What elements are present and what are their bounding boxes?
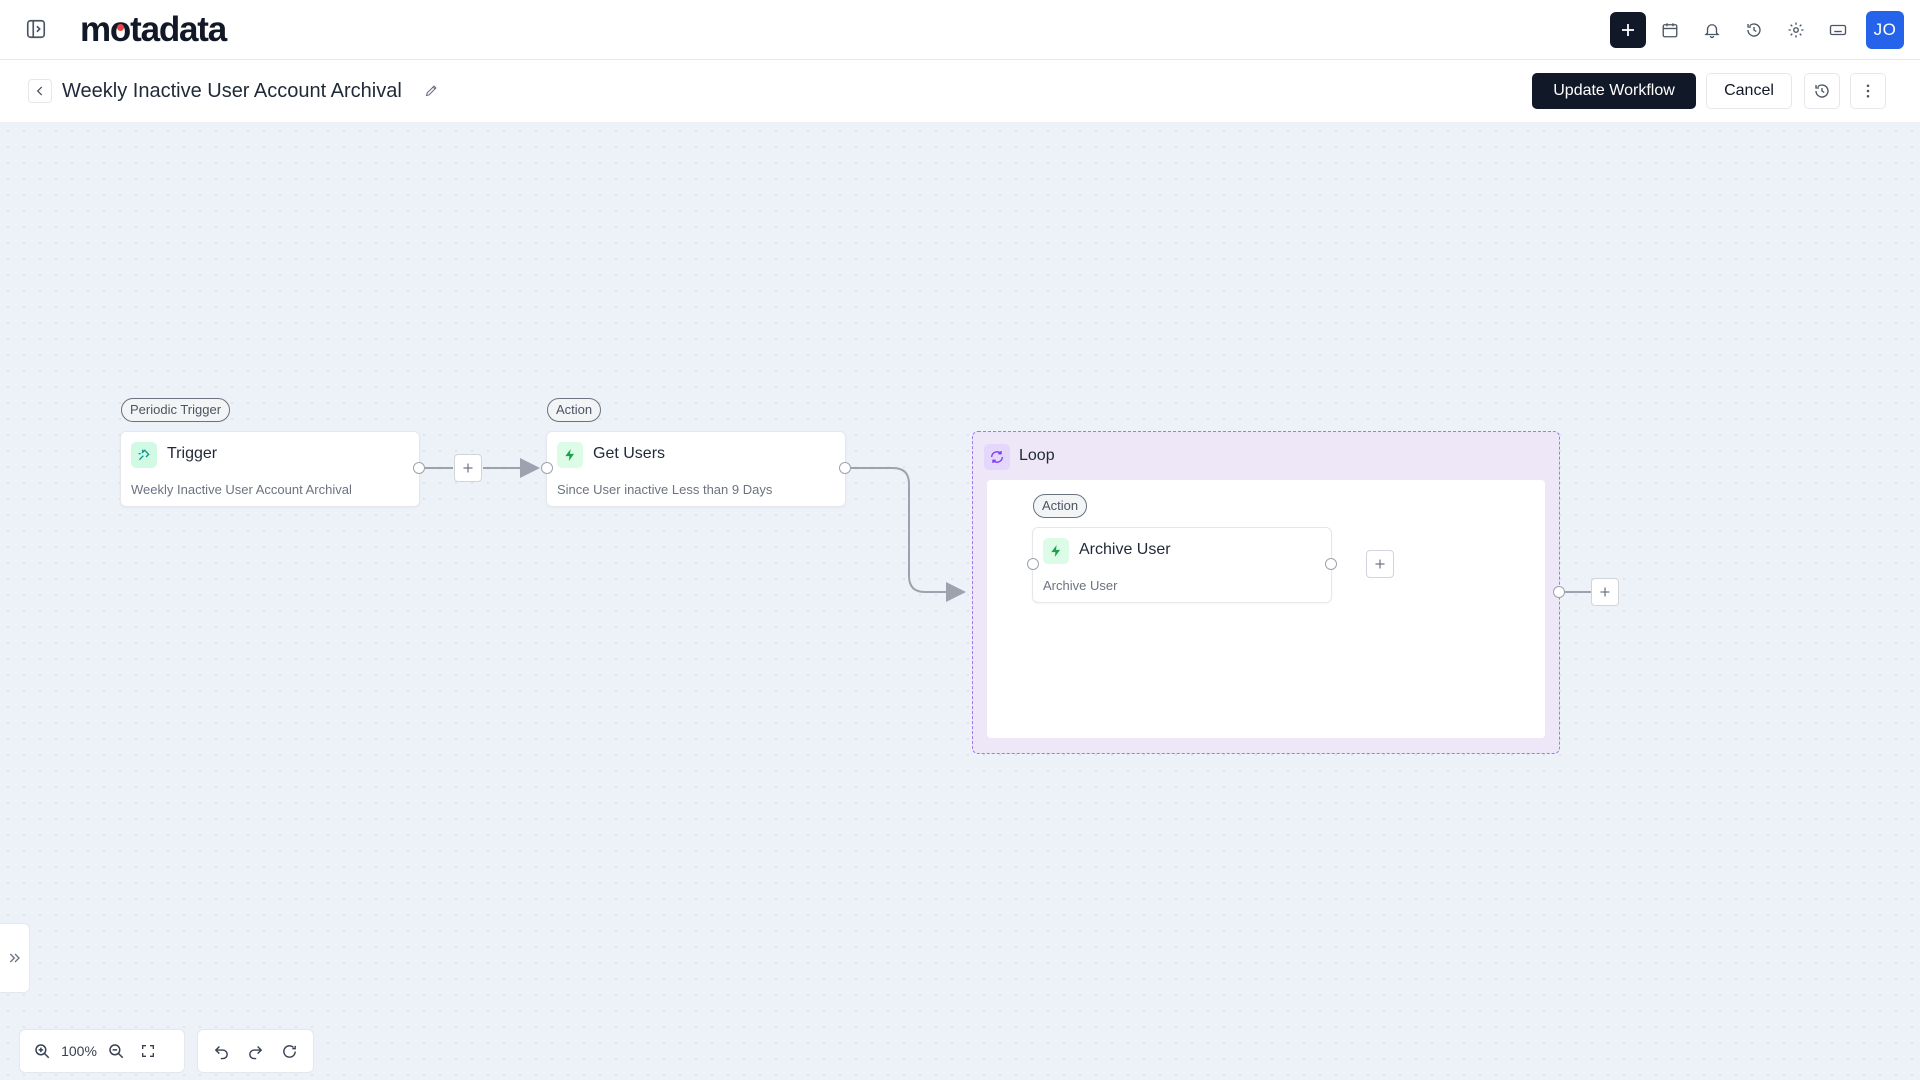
top-app-bar: motadata JO: [0, 0, 1920, 60]
plus-icon: [1375, 559, 1385, 569]
settings-button[interactable]: [1778, 12, 1814, 48]
plus-icon: [463, 463, 473, 473]
edit-title-button[interactable]: [422, 81, 440, 99]
redo-button[interactable]: [240, 1035, 271, 1067]
activity-history-button[interactable]: [1736, 12, 1772, 48]
add-step-button[interactable]: [1591, 578, 1619, 606]
trigger-icon: [131, 442, 157, 468]
more-vertical-icon: [1866, 84, 1870, 98]
more-options-button[interactable]: [1850, 73, 1886, 109]
keyboard-shortcuts-button[interactable]: [1820, 12, 1856, 48]
node-type-tag: Action: [547, 398, 602, 422]
version-history-button[interactable]: [1804, 73, 1840, 109]
get-users-node[interactable]: Get Users Since User inactive Less than …: [546, 431, 846, 507]
plus-icon: [1600, 587, 1610, 597]
zoom-out-icon: [109, 1044, 124, 1059]
zoom-controls: 100%: [19, 1029, 185, 1073]
node-description: Archive User: [1043, 578, 1118, 593]
workflow-canvas[interactable]: Periodic Trigger Trigger Weekly Inactive…: [0, 123, 1920, 1080]
add-button[interactable]: [1610, 12, 1646, 48]
redo-icon: [249, 1045, 263, 1059]
zoom-in-button[interactable]: [26, 1035, 58, 1067]
calendar-button[interactable]: [1652, 12, 1688, 48]
output-port[interactable]: [413, 462, 425, 474]
refresh-button[interactable]: [274, 1035, 305, 1067]
undo-button[interactable]: [206, 1035, 237, 1067]
bell-icon: [1704, 24, 1720, 39]
node-description: Since User inactive Less than 9 Days: [557, 482, 773, 497]
refresh-icon: [283, 1044, 296, 1058]
add-step-button[interactable]: [454, 454, 482, 482]
pencil-icon: [425, 84, 437, 96]
cancel-button[interactable]: Cancel: [1706, 73, 1792, 109]
undo-icon: [214, 1045, 228, 1059]
input-port[interactable]: [1027, 558, 1039, 570]
archive-user-node[interactable]: Archive User Archive User: [1032, 527, 1332, 603]
zoom-out-button[interactable]: [100, 1035, 132, 1067]
loop-icon: [984, 444, 1010, 470]
node-title: Get Users: [593, 445, 666, 462]
plus-icon: [1622, 24, 1634, 36]
zoom-in-icon: [35, 1044, 50, 1059]
lightning-icon: [557, 442, 583, 468]
output-port[interactable]: [1325, 558, 1337, 570]
calendar-icon: [1662, 23, 1678, 38]
user-avatar[interactable]: JO: [1866, 11, 1904, 49]
app-logo: motadata: [80, 10, 227, 49]
loop-body: [987, 480, 1545, 738]
node-type-tag: Periodic Trigger: [121, 398, 231, 422]
fit-view-icon: [142, 1045, 154, 1057]
history-controls: [197, 1029, 314, 1073]
edge-get-users-to-loop: [851, 467, 966, 602]
top-actions: JO: [1610, 11, 1904, 49]
output-port[interactable]: [839, 462, 851, 474]
zoom-level: 100%: [61, 1043, 97, 1059]
fit-view-button[interactable]: [132, 1035, 164, 1067]
node-title: Trigger: [167, 445, 218, 462]
keyboard-icon: [1829, 24, 1847, 36]
notifications-button[interactable]: [1694, 12, 1730, 48]
lightning-icon: [1043, 538, 1069, 564]
output-port[interactable]: [1553, 586, 1565, 598]
workflow-edges: [425, 458, 1591, 602]
workflow-title: Weekly Inactive User Account Archival: [62, 80, 402, 102]
gear-icon: [1788, 22, 1804, 38]
update-workflow-button[interactable]: Update Workflow: [1532, 73, 1696, 109]
node-title: Archive User: [1079, 541, 1171, 558]
add-step-button[interactable]: [1366, 550, 1394, 578]
node-type-tag: Action: [1033, 494, 1088, 518]
history-icon: [1747, 23, 1761, 37]
chevrons-right-icon: [9, 953, 20, 963]
input-port[interactable]: [541, 462, 553, 474]
back-button[interactable]: [28, 79, 52, 103]
chevron-left-icon: [36, 86, 43, 96]
loop-title: Loop: [1019, 447, 1055, 464]
history-icon: [1815, 84, 1829, 98]
sidebar-toggle-icon[interactable]: [24, 17, 48, 41]
workflow-header: Weekly Inactive User Account Archival Up…: [0, 61, 1920, 123]
trigger-node[interactable]: Trigger Weekly Inactive User Account Arc…: [120, 431, 420, 507]
node-description: Weekly Inactive User Account Archival: [131, 482, 352, 497]
expand-panel-button[interactable]: [0, 923, 30, 993]
